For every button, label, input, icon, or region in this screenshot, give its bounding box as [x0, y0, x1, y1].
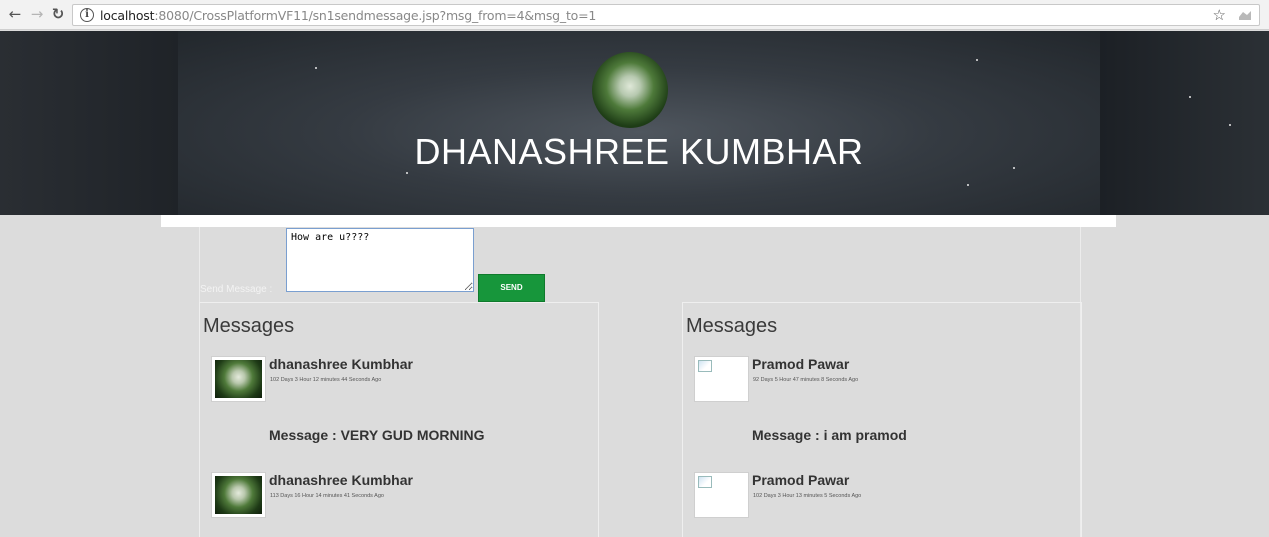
- sparkle: [967, 184, 969, 186]
- panel-title: Messages: [686, 315, 778, 337]
- extension-icon[interactable]: [1237, 9, 1253, 23]
- sender-avatar: [211, 356, 266, 402]
- header-side-right: [1100, 31, 1269, 215]
- sparkle: [1189, 96, 1191, 98]
- message-text: Message : i am pramod: [752, 427, 907, 443]
- sender-avatar: [694, 356, 749, 402]
- url-text[interactable]: localhost:8080/CrossPlatformVF11/sn1send…: [100, 8, 596, 23]
- back-arrow-icon[interactable]: ←: [6, 5, 24, 23]
- content-top-border: [161, 215, 1116, 227]
- messages-panel-left: Messages dhanashree Kumbhar 102 Days 3 H…: [199, 302, 599, 537]
- url-host: localhost: [100, 8, 155, 23]
- send-message-label: Send Message :: [200, 284, 273, 295]
- sender-name: Pramod Pawar: [752, 356, 850, 372]
- info-icon[interactable]: i: [80, 8, 94, 22]
- address-bar[interactable]: i localhost:8080/CrossPlatformVF11/sn1se…: [72, 4, 1260, 26]
- message-input[interactable]: [286, 228, 474, 292]
- forward-arrow-icon[interactable]: →: [28, 5, 46, 23]
- sender-avatar: [694, 472, 749, 518]
- broken-image-icon: [698, 476, 712, 488]
- sender-photo: [215, 360, 262, 398]
- sender-name: dhanashree Kumbhar: [269, 356, 413, 372]
- messages-panel-right: Messages Pramod Pawar 92 Days 5 Hour 47 …: [682, 302, 1082, 537]
- reload-icon[interactable]: ↻: [49, 5, 67, 23]
- sender-name: Pramod Pawar: [752, 472, 850, 488]
- browser-toolbar: ← → ↻ i localhost:8080/CrossPlatformVF11…: [0, 0, 1269, 30]
- broken-image-icon: [698, 360, 712, 372]
- sender-photo: [215, 476, 262, 514]
- panel-title: Messages: [203, 315, 295, 337]
- sender-name: dhanashree Kumbhar: [269, 472, 413, 488]
- profile-name: DHANASHREE KUMBHAR: [414, 131, 864, 172]
- header-side-left: [0, 31, 178, 215]
- sparkle: [976, 59, 978, 61]
- profile-avatar: [592, 52, 668, 128]
- sparkle: [1229, 124, 1231, 126]
- bookmark-star-icon[interactable]: ☆: [1213, 6, 1226, 24]
- sparkle: [315, 67, 317, 69]
- message-text: Message : VERY GUD MORNING: [269, 427, 485, 443]
- message-timestamp: 113 Days 16 Hour 14 minutes 41 Seconds A…: [270, 493, 384, 499]
- send-button[interactable]: SEND: [478, 274, 545, 302]
- url-path: :8080/CrossPlatformVF11/sn1sendmessage.j…: [154, 8, 597, 23]
- message-timestamp: 102 Days 3 Hour 13 minutes 5 Seconds Ago: [753, 493, 862, 499]
- message-timestamp: 102 Days 3 Hour 12 minutes 44 Seconds Ag…: [270, 377, 382, 383]
- sender-avatar: [211, 472, 266, 518]
- message-timestamp: 92 Days 5 Hour 47 minutes 8 Seconds Ago: [753, 377, 859, 383]
